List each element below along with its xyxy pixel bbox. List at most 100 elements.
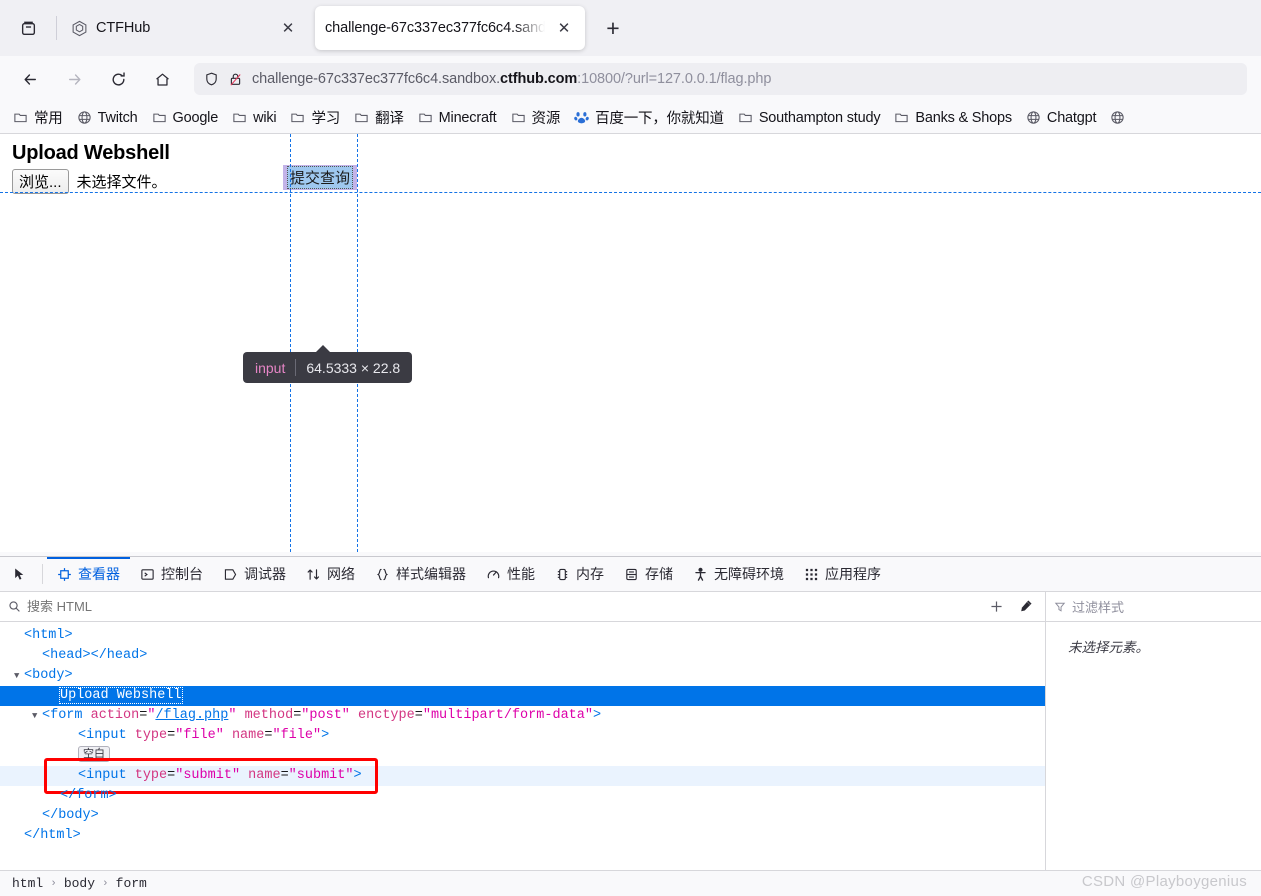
- home-icon: [155, 73, 169, 86]
- markup-line[interactable]: </html>: [0, 826, 1045, 846]
- upload-form: 浏览... 未选择文件。 提交查询: [0, 165, 1261, 194]
- lock-broken-icon[interactable]: [228, 71, 243, 87]
- tab-performance[interactable]: 性能: [476, 557, 545, 591]
- toolbar-divider: [42, 564, 43, 584]
- tab-style-editor[interactable]: 样式编辑器: [365, 557, 476, 591]
- markup-line[interactable]: </form>: [0, 786, 1045, 806]
- bookmark-item[interactable]: Chatgpt: [1019, 107, 1103, 129]
- markup-line[interactable]: </body>: [0, 806, 1045, 826]
- tab-memory[interactable]: 内存: [545, 557, 614, 591]
- element-picker-button[interactable]: [2, 557, 38, 591]
- new-tab-button[interactable]: +: [595, 10, 631, 46]
- home-button[interactable]: [145, 62, 179, 96]
- style-editor-icon: [376, 568, 389, 580]
- memory-icon: [557, 568, 568, 580]
- expand-twisty-icon[interactable]: ▼: [32, 706, 42, 726]
- bookmark-item[interactable]: 学习: [283, 104, 347, 131]
- page-title: Upload Webshell: [12, 142, 170, 164]
- markup-token: name: [248, 768, 281, 783]
- breadcrumb-separator: ›: [50, 877, 57, 890]
- folder-icon: [233, 113, 246, 123]
- tab-label: 样式编辑器: [396, 566, 466, 582]
- folder-icon: [895, 113, 909, 123]
- expand-twisty-icon[interactable]: ▼: [14, 666, 24, 686]
- submit-button[interactable]: 提交查询: [287, 166, 354, 189]
- bookmark-item[interactable]: Minecraft: [411, 107, 504, 129]
- submit-button-highlighted[interactable]: 提交查询: [283, 165, 358, 190]
- markup-token: </form>: [60, 788, 117, 803]
- tab-label: 存储: [645, 566, 673, 582]
- bookmark-item[interactable]: 百度一下，你就知道: [567, 104, 731, 131]
- browser-tab-ctfhub[interactable]: CTFHub ✕: [61, 8, 309, 48]
- search-input[interactable]: [27, 599, 977, 614]
- markup-line[interactable]: <html>: [0, 626, 1045, 646]
- address-bar[interactable]: challenge-67c337ec377fc6c4.sandbox.ctfhu…: [194, 63, 1247, 95]
- tab-application[interactable]: 应用程序: [794, 557, 891, 591]
- list-all-tabs-button[interactable]: [8, 8, 48, 48]
- close-tab-icon[interactable]: ✕: [277, 17, 299, 39]
- markup-token: "submit": [175, 768, 241, 783]
- tab-debugger[interactable]: 调试器: [213, 557, 296, 591]
- tab-label: 调试器: [244, 566, 286, 582]
- bookmark-label: 翻译: [375, 111, 404, 127]
- bookmark-item-overflow[interactable]: [1103, 107, 1125, 128]
- markup-tree[interactable]: <html> <head></head> ▼ <body> Upload Webshel…: [0, 622, 1045, 870]
- markup-search-container: [0, 592, 977, 621]
- folder-icon: [419, 113, 432, 123]
- markup-token: =: [280, 768, 289, 783]
- tab-accessibility[interactable]: 无障碍环境: [683, 557, 794, 591]
- bookmark-item[interactable]: Southampton study: [731, 107, 888, 129]
- tab-list-icon: [21, 21, 35, 35]
- markup-line[interactable]: <input type="submit" name="submit">: [0, 766, 1045, 786]
- styles-filter-placeholder[interactable]: 过滤样式: [1072, 597, 1124, 616]
- tab-console[interactable]: 控制台: [130, 557, 213, 591]
- inspector-tooltip: input 64.5333 × 22.8: [243, 345, 413, 383]
- add-node-button[interactable]: [989, 599, 1004, 614]
- bookmark-item[interactable]: Google: [145, 107, 226, 129]
- markup-line[interactable]: Upload Webshell: [0, 686, 1045, 706]
- markup-token: [240, 768, 248, 783]
- close-tab-icon[interactable]: ✕: [553, 17, 575, 39]
- devtools-panel: 查看器 控制台 调试器 网络 样式编辑器 性能 内存 存储 无障碍环境 应用程序…: [0, 556, 1261, 896]
- file-status-label: 未选择文件。: [76, 174, 167, 191]
- shield-icon: [206, 72, 217, 86]
- reload-button[interactable]: [101, 62, 135, 96]
- bookmark-item[interactable]: wiki: [225, 107, 283, 129]
- inspector-icon: [58, 567, 71, 581]
- bookmark-item[interactable]: Twitch: [70, 107, 145, 129]
- url-host: ctfhub.com: [500, 71, 578, 87]
- tab-network[interactable]: 网络: [296, 557, 365, 591]
- markup-token: method: [244, 708, 294, 723]
- markup-token: "submit": [288, 768, 354, 783]
- markup-line[interactable]: ▼ <form action="/flag.php" method="post" …: [0, 706, 1045, 726]
- breadcrumb-item-form[interactable]: form: [116, 876, 147, 891]
- back-button[interactable]: [13, 62, 47, 96]
- address-bar-text: challenge-67c337ec377fc6c4.sandbox.ctfhu…: [252, 71, 771, 87]
- attribute-link[interactable]: /flag.php: [155, 708, 228, 723]
- browse-file-button[interactable]: 浏览...: [12, 169, 69, 194]
- browser-tab-challenge[interactable]: challenge-67c337ec377fc6c4.sandbox.ctfhu…: [315, 6, 585, 50]
- breadcrumb-item-body[interactable]: body: [64, 876, 95, 891]
- forward-button[interactable]: [57, 62, 91, 96]
- network-icon: [307, 568, 320, 580]
- markup-line[interactable]: <input type="file" name="file">: [0, 726, 1045, 746]
- tab-label: 无障碍环境: [714, 566, 784, 582]
- tab-title: CTFHub: [96, 20, 151, 36]
- bookmark-item[interactable]: 常用: [6, 104, 70, 131]
- bookmark-item[interactable]: 资源: [504, 104, 568, 131]
- tab-inspector[interactable]: 查看器: [47, 557, 130, 591]
- markup-line[interactable]: ▼ <body>: [0, 666, 1045, 686]
- breadcrumb-item-html[interactable]: html: [12, 876, 43, 891]
- markup-line[interactable]: 空白: [0, 746, 1045, 766]
- tab-storage[interactable]: 存储: [614, 557, 683, 591]
- bookmark-label: 学习: [311, 111, 341, 127]
- bookmark-item[interactable]: Banks & Shops: [887, 107, 1019, 129]
- folder-icon: [152, 113, 166, 123]
- markup-actions: [977, 592, 1045, 621]
- markup-token: type: [134, 768, 168, 783]
- eyedropper-button[interactable]: [1018, 599, 1033, 614]
- markup-line[interactable]: <head></head>: [0, 646, 1045, 666]
- bookmark-item[interactable]: 翻译: [347, 104, 411, 131]
- markup-token: name: [231, 728, 265, 743]
- markup-token: type: [134, 728, 168, 743]
